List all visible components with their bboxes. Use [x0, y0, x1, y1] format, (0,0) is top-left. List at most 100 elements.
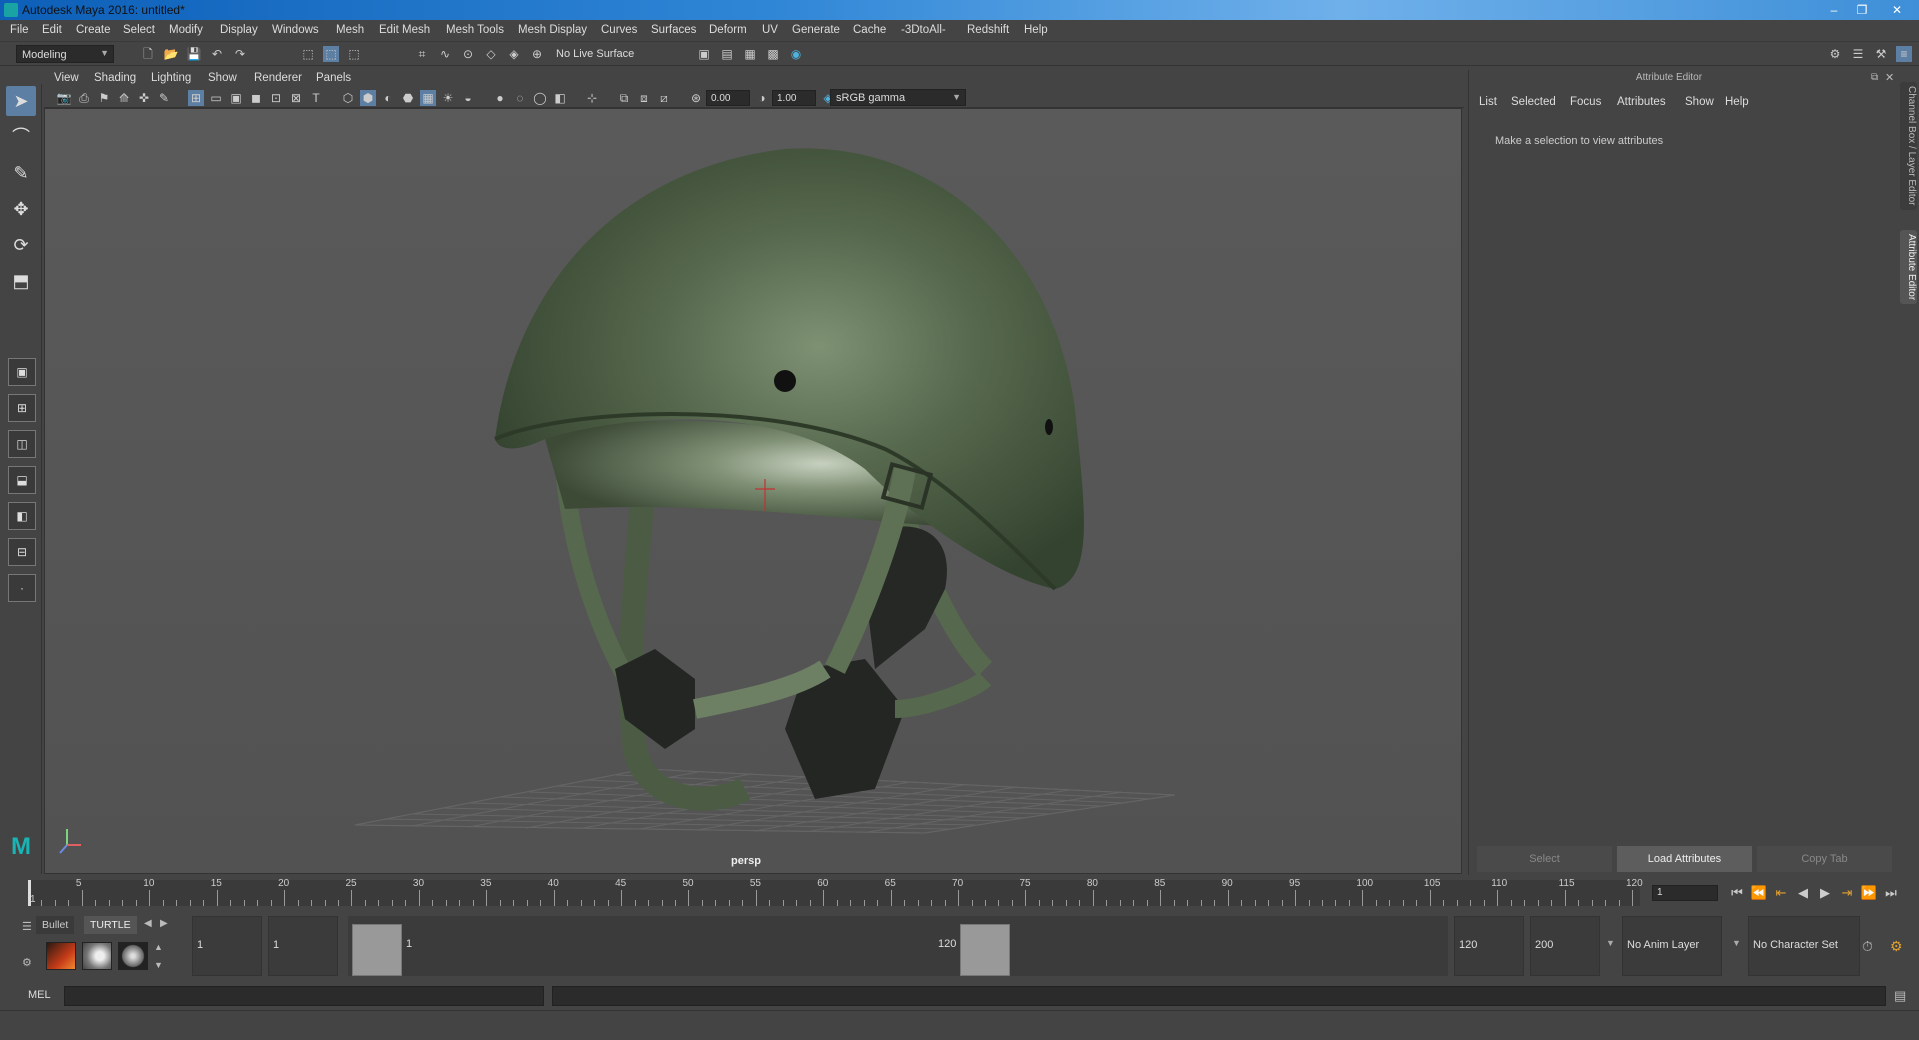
vp-menu-shading[interactable]: Shading [94, 72, 136, 84]
film-gate-icon[interactable]: ▭ [208, 90, 224, 106]
bookmark-icon[interactable]: ⚑ [96, 90, 112, 106]
exposure-icon[interactable]: ⊛ [688, 90, 704, 106]
render-current-icon[interactable]: ▣ [696, 46, 712, 62]
snap-plane-icon[interactable]: ◇ [483, 46, 499, 62]
grid-toggle-icon[interactable]: ⊞ [188, 90, 204, 106]
vp-menu-view[interactable]: View [54, 72, 79, 84]
snap-center-icon[interactable]: ⊕ [529, 46, 545, 62]
vp-menu-show[interactable]: Show [208, 72, 237, 84]
paint-select-tool-icon[interactable]: ✎ [6, 158, 36, 188]
more-layouts-icon[interactable]: · [8, 574, 36, 602]
exposure-field[interactable]: 0.00 [706, 90, 750, 106]
tool-settings-icon[interactable]: ⚒ [1873, 46, 1889, 62]
step-back-frame-icon[interactable]: ⏪ [1750, 884, 1768, 902]
shelf-tab-turtle[interactable]: TURTLE [84, 916, 137, 934]
auto-key-icon[interactable]: ⏱ [1862, 938, 1873, 955]
move-tool-icon[interactable]: ✥ [6, 194, 36, 224]
menu-mesh[interactable]: Mesh [336, 24, 364, 36]
outliner-persp-graph-layout-icon[interactable]: ◧ [8, 502, 36, 530]
hypershade-icon[interactable]: ▩ [765, 46, 781, 62]
shelf-sphere-icon[interactable] [118, 942, 148, 970]
menu-select[interactable]: Select [123, 24, 155, 36]
xray-joints-icon[interactable]: ⧈ [636, 90, 652, 106]
start-time-field[interactable]: 1 [192, 916, 262, 976]
save-scene-icon[interactable]: 💾 [186, 46, 202, 62]
safe-action-icon[interactable]: ⊠ [288, 90, 304, 106]
isolate-select-icon[interactable]: ⊹ [584, 90, 600, 106]
camera-icon[interactable]: 📷 [56, 90, 72, 106]
attribute-editor-toggle-icon[interactable]: ☰ [1850, 46, 1866, 62]
step-forward-key-icon[interactable]: ⇥ [1838, 884, 1856, 902]
time-slider[interactable]: 1 5 10 15 20 25 30 35 40 45 50 55 60 65 70 75 80 85 90 95 10… [0, 876, 1919, 910]
shelf-menu-icon[interactable]: ☰ [22, 920, 32, 933]
snap-grid-icon[interactable]: ⌗ [414, 46, 430, 62]
animation-preferences-icon[interactable]: ⚙ [1890, 938, 1903, 955]
menu-file[interactable]: File [10, 24, 29, 36]
tab-channel-box-layer-editor[interactable]: Channel Box / Layer Editor [1900, 82, 1917, 210]
depth-of-field-icon[interactable]: ◧ [552, 90, 568, 106]
shelf-scroll-right-icon[interactable]: ▶ [160, 918, 168, 929]
menu-modify[interactable]: Modify [169, 24, 203, 36]
vp-menu-panels[interactable]: Panels [316, 72, 351, 84]
ae-menu-attributes[interactable]: Attributes [1617, 96, 1666, 108]
ae-menu-show[interactable]: Show [1685, 96, 1714, 108]
range-slider-bar[interactable]: 1 120 [348, 916, 1448, 976]
menu-windows[interactable]: Windows [272, 24, 319, 36]
redo-icon[interactable]: ↷ [232, 46, 248, 62]
script-editor-icon[interactable]: ▤ [1894, 988, 1906, 1004]
anim-layer-dropdown[interactable]: No Anim Layer [1622, 916, 1722, 976]
lasso-tool-icon[interactable]: ⌒ [6, 122, 36, 152]
copy-tab-button[interactable]: Copy Tab [1757, 846, 1892, 872]
menu-generate[interactable]: Generate [792, 24, 840, 36]
shelf-tab-bullet[interactable]: Bullet [36, 916, 75, 934]
menu-uv[interactable]: UV [762, 24, 778, 36]
menu-help[interactable]: Help [1024, 24, 1048, 36]
minimize-button[interactable]: – [1821, 1, 1847, 19]
persp-graph-layout-icon[interactable]: ⬓ [8, 466, 36, 494]
playback-end-field[interactable]: 120 [1454, 916, 1524, 976]
float-panel-icon[interactable]: ⧉ [1871, 72, 1878, 83]
menu-deform[interactable]: Deform [709, 24, 747, 36]
select-tool-icon[interactable]: ➤ [6, 86, 36, 116]
snap-curve-icon[interactable]: ∿ [437, 46, 453, 62]
menu-mesh-display[interactable]: Mesh Display [518, 24, 587, 36]
go-to-start-icon[interactable]: ⏮ [1728, 884, 1746, 902]
gate-mask-icon[interactable]: ◼ [248, 90, 264, 106]
use-all-lights-icon[interactable]: ☀ [440, 90, 456, 106]
shelf-scroll-left-icon[interactable]: ◀ [144, 918, 152, 929]
menu-edit[interactable]: Edit [42, 24, 62, 36]
live-surface-label[interactable]: No Live Surface [556, 48, 634, 60]
wireframe-on-shaded-icon[interactable]: ⬣ [400, 90, 416, 106]
perspective-viewport[interactable]: persp [44, 108, 1462, 874]
load-attributes-button[interactable]: Load Attributes [1617, 846, 1752, 872]
step-back-key-icon[interactable]: ⇤ [1772, 884, 1790, 902]
end-time-field[interactable]: 200 [1530, 916, 1600, 976]
anti-aliasing-icon[interactable]: ◯ [532, 90, 548, 106]
field-chart-icon[interactable]: ⊡ [268, 90, 284, 106]
persp-outliner-layout-icon[interactable]: ◫ [8, 430, 36, 458]
rotate-tool-icon[interactable]: ⟳ [6, 230, 36, 260]
shadows-icon[interactable]: ◒ [460, 90, 476, 106]
menu-cache[interactable]: Cache [853, 24, 886, 36]
range-end-handle[interactable] [960, 924, 1010, 976]
xray-active-icon[interactable]: ⧄ [656, 90, 672, 106]
shelf-settings-icon[interactable]: ⚙ [22, 956, 32, 969]
gamma-field[interactable]: 1.00 [772, 90, 816, 106]
select-component-icon[interactable]: ⬚ [346, 46, 362, 62]
current-time-indicator[interactable] [28, 880, 31, 906]
select-button[interactable]: Select [1477, 846, 1612, 872]
shelf-scroll-up-icon[interactable]: ▲ [154, 942, 163, 952]
grease-pencil-icon[interactable]: ✎ [156, 90, 172, 106]
range-start-handle[interactable] [352, 924, 402, 976]
shelf-fire-icon[interactable] [46, 942, 76, 970]
smooth-shade-icon[interactable]: ⬢ [360, 90, 376, 106]
menu-mesh-tools[interactable]: Mesh Tools [446, 24, 504, 36]
mel-label[interactable]: MEL [28, 989, 51, 1001]
wireframe-icon[interactable]: ⬡ [340, 90, 356, 106]
2d-pan-zoom-icon[interactable]: ✜ [136, 90, 152, 106]
use-default-material-icon[interactable]: ◐ [380, 90, 396, 106]
camera-attributes-icon[interactable]: ⎙ [76, 90, 92, 106]
single-perspective-layout-icon[interactable]: ▣ [8, 358, 36, 386]
modeling-toolkit-icon[interactable]: ⚙ [1827, 46, 1843, 62]
ipr-render-icon[interactable]: ▤ [719, 46, 735, 62]
